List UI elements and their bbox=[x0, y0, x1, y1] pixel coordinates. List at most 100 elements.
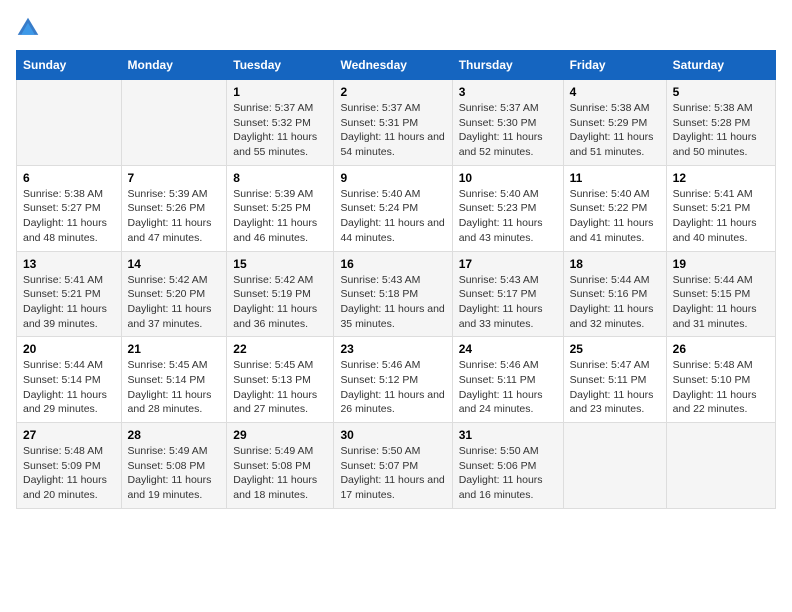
day-cell: 2 Sunrise: 5:37 AMSunset: 5:31 PMDaylight… bbox=[334, 80, 452, 166]
sunrise-text: Sunrise: 5:43 AMSunset: 5:18 PMDaylight:… bbox=[340, 274, 444, 330]
sunrise-text: Sunrise: 5:37 AMSunset: 5:30 PMDaylight:… bbox=[459, 102, 543, 158]
sunrise-text: Sunrise: 5:39 AMSunset: 5:26 PMDaylight:… bbox=[128, 188, 212, 244]
sunrise-text: Sunrise: 5:38 AMSunset: 5:28 PMDaylight:… bbox=[673, 102, 757, 158]
sunrise-text: Sunrise: 5:40 AMSunset: 5:23 PMDaylight:… bbox=[459, 188, 543, 244]
day-cell: 16 Sunrise: 5:43 AMSunset: 5:18 PMDayligh… bbox=[334, 251, 452, 337]
day-cell: 3Sunrise: 5:37 AMSunset: 5:30 PMDaylight… bbox=[452, 80, 563, 166]
sunrise-text: Sunrise: 5:42 AMSunset: 5:20 PMDaylight:… bbox=[128, 274, 212, 330]
day-cell: 27Sunrise: 5:48 AMSunset: 5:09 PMDayligh… bbox=[17, 423, 122, 509]
sunrise-text: Sunrise: 5:49 AMSunset: 5:08 PMDaylight:… bbox=[128, 445, 212, 501]
day-cell: 18 Sunrise: 5:44 AMSunset: 5:16 PMDayligh… bbox=[563, 251, 666, 337]
day-number: 28 bbox=[128, 428, 221, 442]
day-number: 7 bbox=[128, 171, 221, 185]
logo bbox=[16, 16, 44, 40]
day-cell: 29 Sunrise: 5:49 AMSunset: 5:08 PMDayligh… bbox=[227, 423, 334, 509]
day-number: 16 bbox=[340, 257, 445, 271]
day-cell: 19 Sunrise: 5:44 AMSunset: 5:15 PMDayligh… bbox=[666, 251, 775, 337]
week-row: 13 Sunrise: 5:41 AMSunset: 5:21 PMDayligh… bbox=[17, 251, 776, 337]
day-number: 14 bbox=[128, 257, 221, 271]
day-number: 29 bbox=[233, 428, 327, 442]
day-cell bbox=[666, 423, 775, 509]
sunrise-text: Sunrise: 5:41 AMSunset: 5:21 PMDaylight:… bbox=[673, 188, 757, 244]
day-cell: 31 Sunrise: 5:50 AMSunset: 5:06 PMDayligh… bbox=[452, 423, 563, 509]
sunrise-text: Sunrise: 5:50 AMSunset: 5:06 PMDaylight:… bbox=[459, 445, 543, 501]
day-number: 19 bbox=[673, 257, 769, 271]
day-cell: 23 Sunrise: 5:46 AMSunset: 5:12 PMDayligh… bbox=[334, 337, 452, 423]
day-number: 20 bbox=[23, 342, 115, 356]
day-cell: 10 Sunrise: 5:40 AMSunset: 5:23 PMDayligh… bbox=[452, 165, 563, 251]
sunrise-text: Sunrise: 5:37 AMSunset: 5:31 PMDaylight:… bbox=[340, 102, 444, 158]
day-cell: 14 Sunrise: 5:42 AMSunset: 5:20 PMDayligh… bbox=[121, 251, 227, 337]
day-cell: 22 Sunrise: 5:45 AMSunset: 5:13 PMDayligh… bbox=[227, 337, 334, 423]
sunrise-text: Sunrise: 5:44 AMSunset: 5:15 PMDaylight:… bbox=[673, 274, 757, 330]
sunrise-text: Sunrise: 5:45 AMSunset: 5:13 PMDaylight:… bbox=[233, 359, 317, 415]
calendar-table: SundayMondayTuesdayWednesdayThursdayFrid… bbox=[16, 50, 776, 509]
sunrise-text: Sunrise: 5:45 AMSunset: 5:14 PMDaylight:… bbox=[128, 359, 212, 415]
day-number: 15 bbox=[233, 257, 327, 271]
day-number: 1 bbox=[233, 85, 327, 99]
day-cell: 13 Sunrise: 5:41 AMSunset: 5:21 PMDayligh… bbox=[17, 251, 122, 337]
header-day: Friday bbox=[563, 51, 666, 80]
day-cell: 8 Sunrise: 5:39 AMSunset: 5:25 PMDaylight… bbox=[227, 165, 334, 251]
sunrise-text: Sunrise: 5:44 AMSunset: 5:16 PMDaylight:… bbox=[570, 274, 654, 330]
day-number: 12 bbox=[673, 171, 769, 185]
day-number: 21 bbox=[128, 342, 221, 356]
day-cell: 25Sunrise: 5:47 AMSunset: 5:11 PMDayligh… bbox=[563, 337, 666, 423]
day-number: 6 bbox=[23, 171, 115, 185]
day-cell: 7 Sunrise: 5:39 AMSunset: 5:26 PMDaylight… bbox=[121, 165, 227, 251]
sunrise-text: Sunrise: 5:38 AMSunset: 5:29 PMDaylight:… bbox=[570, 102, 654, 158]
sunrise-text: Sunrise: 5:39 AMSunset: 5:25 PMDaylight:… bbox=[233, 188, 317, 244]
calendar-body: 1 Sunrise: 5:37 AMSunset: 5:32 PMDaylight… bbox=[17, 80, 776, 509]
week-row: 6Sunrise: 5:38 AMSunset: 5:27 PMDaylight… bbox=[17, 165, 776, 251]
sunrise-text: Sunrise: 5:46 AMSunset: 5:12 PMDaylight:… bbox=[340, 359, 444, 415]
header-row: SundayMondayTuesdayWednesdayThursdayFrid… bbox=[17, 51, 776, 80]
sunrise-text: Sunrise: 5:49 AMSunset: 5:08 PMDaylight:… bbox=[233, 445, 317, 501]
calendar-header: SundayMondayTuesdayWednesdayThursdayFrid… bbox=[17, 51, 776, 80]
header-day: Monday bbox=[121, 51, 227, 80]
header-day: Tuesday bbox=[227, 51, 334, 80]
day-cell: 24Sunrise: 5:46 AMSunset: 5:11 PMDayligh… bbox=[452, 337, 563, 423]
day-number: 2 bbox=[340, 85, 445, 99]
day-number: 26 bbox=[673, 342, 769, 356]
sunrise-text: Sunrise: 5:48 AMSunset: 5:10 PMDaylight:… bbox=[673, 359, 757, 415]
day-cell: 11 Sunrise: 5:40 AMSunset: 5:22 PMDayligh… bbox=[563, 165, 666, 251]
sunrise-text: Sunrise: 5:37 AMSunset: 5:32 PMDaylight:… bbox=[233, 102, 317, 158]
day-cell: 12 Sunrise: 5:41 AMSunset: 5:21 PMDayligh… bbox=[666, 165, 775, 251]
day-number: 22 bbox=[233, 342, 327, 356]
sunrise-text: Sunrise: 5:44 AMSunset: 5:14 PMDaylight:… bbox=[23, 359, 107, 415]
day-number: 23 bbox=[340, 342, 445, 356]
day-number: 31 bbox=[459, 428, 557, 442]
header bbox=[16, 16, 776, 40]
header-day: Wednesday bbox=[334, 51, 452, 80]
day-number: 30 bbox=[340, 428, 445, 442]
logo-icon bbox=[16, 16, 40, 40]
day-cell: 15Sunrise: 5:42 AMSunset: 5:19 PMDayligh… bbox=[227, 251, 334, 337]
day-number: 17 bbox=[459, 257, 557, 271]
header-day: Thursday bbox=[452, 51, 563, 80]
sunrise-text: Sunrise: 5:43 AMSunset: 5:17 PMDaylight:… bbox=[459, 274, 543, 330]
sunrise-text: Sunrise: 5:50 AMSunset: 5:07 PMDaylight:… bbox=[340, 445, 444, 501]
day-cell: 17 Sunrise: 5:43 AMSunset: 5:17 PMDayligh… bbox=[452, 251, 563, 337]
day-cell: 9Sunrise: 5:40 AMSunset: 5:24 PMDaylight… bbox=[334, 165, 452, 251]
sunrise-text: Sunrise: 5:41 AMSunset: 5:21 PMDaylight:… bbox=[23, 274, 107, 330]
day-number: 18 bbox=[570, 257, 660, 271]
week-row: 1 Sunrise: 5:37 AMSunset: 5:32 PMDaylight… bbox=[17, 80, 776, 166]
day-number: 10 bbox=[459, 171, 557, 185]
day-cell: 30 Sunrise: 5:50 AMSunset: 5:07 PMDayligh… bbox=[334, 423, 452, 509]
day-cell: 21 Sunrise: 5:45 AMSunset: 5:14 PMDayligh… bbox=[121, 337, 227, 423]
day-number: 13 bbox=[23, 257, 115, 271]
day-number: 4 bbox=[570, 85, 660, 99]
day-number: 11 bbox=[570, 171, 660, 185]
day-number: 24 bbox=[459, 342, 557, 356]
day-number: 8 bbox=[233, 171, 327, 185]
sunrise-text: Sunrise: 5:47 AMSunset: 5:11 PMDaylight:… bbox=[570, 359, 654, 415]
sunrise-text: Sunrise: 5:40 AMSunset: 5:22 PMDaylight:… bbox=[570, 188, 654, 244]
day-cell bbox=[563, 423, 666, 509]
day-cell: 5Sunrise: 5:38 AMSunset: 5:28 PMDaylight… bbox=[666, 80, 775, 166]
week-row: 20 Sunrise: 5:44 AMSunset: 5:14 PMDayligh… bbox=[17, 337, 776, 423]
day-cell: 1 Sunrise: 5:37 AMSunset: 5:32 PMDaylight… bbox=[227, 80, 334, 166]
header-day: Saturday bbox=[666, 51, 775, 80]
day-cell: 26 Sunrise: 5:48 AMSunset: 5:10 PMDayligh… bbox=[666, 337, 775, 423]
day-number: 27 bbox=[23, 428, 115, 442]
day-number: 9 bbox=[340, 171, 445, 185]
